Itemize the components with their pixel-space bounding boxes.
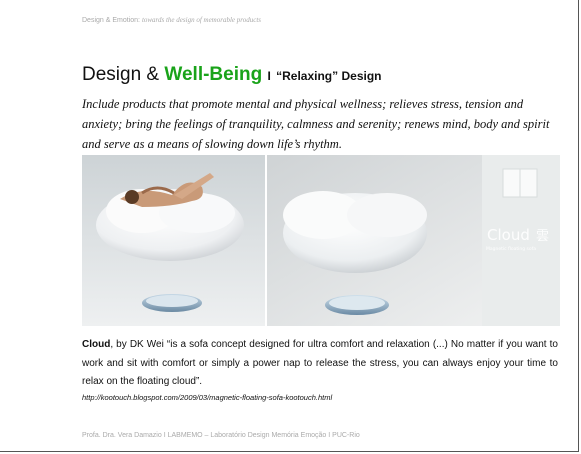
title-part1: Design & <box>82 64 160 85</box>
intro-paragraph: Include products that promote mental and… <box>82 97 550 151</box>
cloud-sofa-photo: Cloud 雲 Magnetic floating sofa <box>82 155 560 326</box>
cloud-brand-text: Cloud <box>487 226 530 244</box>
header-subtitle: towards the design of memorable products <box>141 16 261 24</box>
photo-caption: Cloud, by DK Wei “is a sofa concept desi… <box>82 336 558 392</box>
title-highlight: Well-Being <box>164 64 263 85</box>
source-link[interactable]: http://kootouch.blogspot.com/2009/03/mag… <box>82 393 332 402</box>
slide-title: Design & Well-Being I “Relaxing” Design <box>82 64 381 86</box>
cloud-sofa-image: Cloud 雲 Magnetic floating sofa <box>267 155 560 326</box>
cloud-sofa-with-person-image <box>82 155 265 326</box>
cloud-brand-tagline: Magnetic floating sofa <box>486 246 536 252</box>
caption-product-name: Cloud <box>82 339 111 350</box>
slide-footer: Profa. Dra. Vera Damazio I LABMEMO – Lab… <box>82 432 360 439</box>
title-subtitle: “Relaxing” Design <box>276 69 382 83</box>
slide-header: Design & Emotion: towards the design of … <box>82 16 261 24</box>
cloud-brand-cjk: 雲 <box>536 229 549 244</box>
caption-text: , by DK Wei “is a sofa concept designed … <box>82 339 558 387</box>
header-prefix: Design & Emotion: <box>82 17 140 24</box>
title-separator: I <box>267 69 271 83</box>
